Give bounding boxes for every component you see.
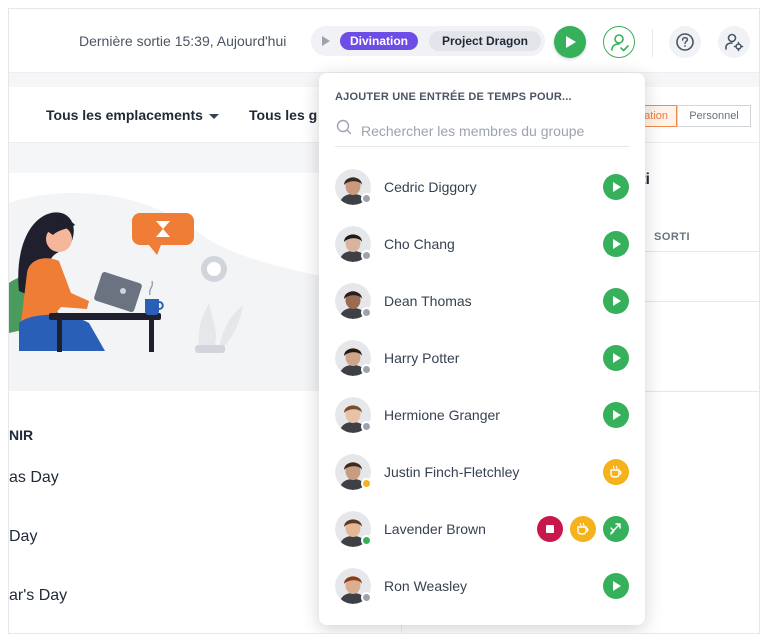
- member-name: Hermione Granger: [384, 407, 500, 423]
- member-row[interactable]: Harry Potter: [319, 330, 645, 387]
- upcoming-holidays-title: NIR: [9, 427, 34, 443]
- dropdown-title: AJOUTER UNE ENTRÉE DE TEMPS POUR...: [335, 91, 572, 103]
- top-bar: Dernière sortie 15:39, Aujourd'hui Divin…: [9, 9, 759, 73]
- last-clock-out-text: Dernière sortie 15:39, Aujourd'hui: [79, 33, 287, 49]
- switch-activity-button[interactable]: [603, 516, 629, 542]
- play-icon: [613, 239, 621, 249]
- project-badge[interactable]: Project Dragon: [429, 31, 542, 51]
- member-row[interactable]: Ron Weasley: [319, 558, 645, 615]
- holiday-item: as Day: [9, 469, 59, 486]
- clock-in-member-button[interactable]: [603, 402, 629, 428]
- settings-button[interactable]: [718, 26, 750, 58]
- add-time-for-member-button[interactable]: [603, 26, 635, 58]
- member-list: Cedric Diggory Cho Chang Dean Thomas Harry …: [319, 159, 645, 615]
- member-name: Dean Thomas: [384, 293, 472, 309]
- play-icon: [613, 182, 621, 192]
- member-search-input[interactable]: [335, 115, 629, 147]
- play-icon: [613, 353, 621, 363]
- status-indicator: [361, 250, 372, 261]
- status-indicator: [361, 421, 372, 432]
- clock-in-button[interactable]: [554, 26, 586, 58]
- clock-in-member-button[interactable]: [603, 573, 629, 599]
- personal-scope-tab[interactable]: Personnel: [677, 105, 751, 127]
- current-timer-pill[interactable]: Divination Project Dragon: [311, 26, 545, 56]
- play-icon: [322, 36, 330, 46]
- groups-filter-label: Tous les g: [249, 107, 318, 123]
- stop-icon: [546, 525, 554, 533]
- clock-out-member-button[interactable]: [537, 516, 563, 542]
- member-name: Justin Finch-Fletchley: [384, 464, 520, 480]
- status-indicator: [361, 592, 372, 603]
- member-name: Cedric Diggory: [384, 179, 477, 195]
- member-name: Lavender Brown: [384, 521, 486, 537]
- clock-in-member-button[interactable]: [603, 174, 629, 200]
- activity-badge[interactable]: Divination: [340, 32, 419, 50]
- member-name: Harry Potter: [384, 350, 460, 366]
- switch-icon: [610, 523, 621, 535]
- locations-filter-label: Tous les emplacements: [46, 107, 203, 123]
- member-row[interactable]: Lavender Brown: [319, 501, 645, 558]
- column-header-out: SORTI: [654, 231, 691, 243]
- chevron-down-icon: [208, 113, 219, 119]
- user-settings-icon: [725, 33, 744, 52]
- help-icon: [676, 33, 694, 51]
- member-row[interactable]: Cedric Diggory: [319, 159, 645, 216]
- status-indicator: [361, 193, 372, 204]
- divider: [652, 29, 653, 57]
- clock-in-member-button[interactable]: [603, 288, 629, 314]
- clock-in-member-button[interactable]: [603, 231, 629, 257]
- status-indicator: [361, 478, 372, 489]
- break-button[interactable]: [570, 516, 596, 542]
- status-indicator: [361, 535, 372, 546]
- locations-filter[interactable]: Tous les emplacements: [46, 107, 219, 123]
- clock-in-member-button[interactable]: [603, 345, 629, 371]
- status-indicator: [361, 364, 372, 375]
- help-button[interactable]: [669, 26, 701, 58]
- holiday-item: ar's Day: [9, 587, 68, 604]
- coffee-icon: [610, 465, 622, 478]
- play-icon: [613, 410, 621, 420]
- member-row[interactable]: Dean Thomas: [319, 273, 645, 330]
- member-name: Cho Chang: [384, 236, 455, 252]
- play-icon: [613, 296, 621, 306]
- status-indicator: [361, 307, 372, 318]
- user-check-icon: [611, 34, 629, 52]
- break-button[interactable]: [603, 459, 629, 485]
- play-icon: [566, 36, 576, 48]
- groups-filter[interactable]: Tous les g: [249, 107, 317, 123]
- member-row[interactable]: Cho Chang: [319, 216, 645, 273]
- member-name: Ron Weasley: [384, 578, 468, 594]
- play-icon: [613, 581, 621, 591]
- app-window: Dernière sortie 15:39, Aujourd'hui Divin…: [8, 8, 760, 634]
- add-time-entry-dropdown: AJOUTER UNE ENTRÉE DE TEMPS POUR... Cedr…: [319, 73, 645, 625]
- holiday-item: Day: [9, 528, 38, 545]
- coffee-icon: [577, 522, 589, 535]
- member-row[interactable]: Justin Finch-Fletchley: [319, 444, 645, 501]
- member-row[interactable]: Hermione Granger: [319, 387, 645, 444]
